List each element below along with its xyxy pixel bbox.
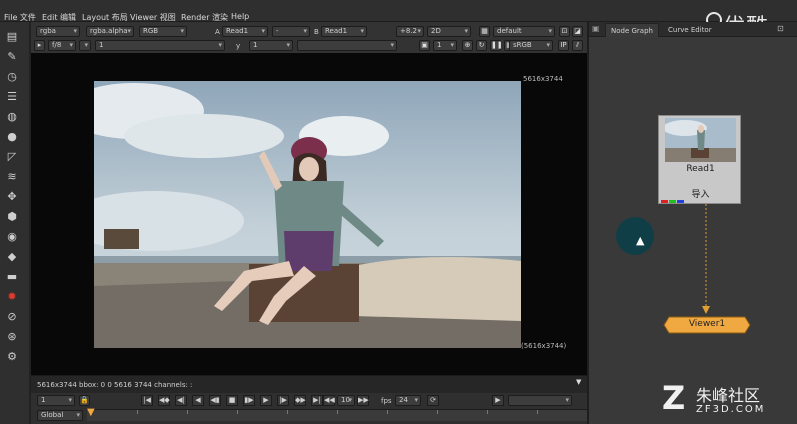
menu-bar: File 文件 Edit 编辑 Layout 布局 Viewer 视图 Rend…	[0, 0, 797, 40]
stripes-icon[interactable]: ⫽	[572, 40, 583, 51]
timeline-ruler[interactable]: ▼	[87, 407, 587, 421]
channels-dropdown[interactable]: rgba	[36, 26, 80, 37]
mouse-cursor-icon: ▲	[636, 234, 645, 247]
node-graph-panel[interactable]: ▣ Node Graph Curve Editor ⊡ Read1 导入 ▲ V…	[587, 22, 797, 424]
read-node[interactable]: Read1 导入	[658, 115, 741, 204]
fstop-step[interactable]	[79, 40, 91, 51]
output-lut-dropdown[interactable]: sRGB	[509, 40, 553, 51]
a-input-label: A	[215, 28, 220, 36]
shape-icon[interactable]: ◍	[4, 110, 20, 124]
channel-icon[interactable]: ☰	[4, 90, 20, 104]
colorspace-dropdown[interactable]: RGB	[139, 26, 187, 37]
read-node-title: Read1	[686, 164, 715, 174]
viewer-node[interactable]: Viewer1	[663, 316, 751, 334]
resolution-bottom: (5616x3744)	[521, 342, 567, 350]
roi-icon[interactable]: ⊕	[462, 40, 473, 51]
play-backward-button[interactable]: ◀	[192, 395, 204, 406]
watermark-cn: 朱峰社区	[696, 386, 761, 405]
skip-increment-field[interactable]: 10	[337, 395, 355, 406]
green-channel-indicator	[669, 200, 676, 203]
pause-icon[interactable]: ❚❚	[490, 40, 503, 51]
viewer-node-title: Viewer1	[688, 319, 726, 329]
dot-node[interactable]	[616, 217, 654, 255]
box-icon[interactable]: ▬	[4, 270, 20, 284]
zf3d-logo-icon: Z	[662, 379, 686, 417]
y-slider[interactable]	[297, 40, 397, 51]
y-label: y	[236, 42, 241, 50]
fps-label: fps	[381, 397, 392, 405]
fps-field[interactable]: 24	[395, 395, 421, 406]
viewer-toolbar: rgba rgba.alpha RGB A Read1 - B Read1 +8…	[31, 22, 587, 53]
pen-icon[interactable]: ✎	[4, 50, 20, 64]
viewer-image	[94, 81, 521, 348]
alpha-dropdown[interactable]: rgba.alpha	[86, 26, 134, 37]
read-node-thumbnail	[665, 118, 736, 162]
node-icon[interactable]: ⊛	[4, 330, 20, 344]
resolution-top: 5616x3744	[523, 75, 563, 83]
circle-icon[interactable]: ●	[4, 130, 20, 144]
frame-field[interactable]: 1	[95, 40, 225, 51]
stop-button[interactable]: ■	[226, 395, 238, 406]
b-input-label: B	[314, 28, 319, 36]
global-range-dropdown[interactable]: Global	[37, 410, 83, 421]
next-keyframe-button[interactable]: ◆▶	[294, 395, 306, 406]
viewer-info-text: 5616x3744 bbox: 0 0 5616 3744 channels: …	[37, 381, 193, 389]
prev-keyframe-button[interactable]: ◀◆	[158, 395, 170, 406]
last-frame-button[interactable]: ▶|	[311, 395, 323, 406]
menu-help[interactable]: Help	[231, 12, 249, 21]
expand-icon[interactable]: ▸	[34, 40, 45, 51]
loop-button[interactable]: ⟳	[427, 395, 439, 406]
layers-icon[interactable]: ≋	[4, 170, 20, 184]
fire-icon[interactable]: ✹	[4, 290, 20, 304]
transform-icon[interactable]: ✥	[4, 190, 20, 204]
viewer-info-bar: 5616x3744 bbox: 0 0 5616 3744 channels: …	[31, 375, 587, 393]
operation-dropdown[interactable]: -	[272, 26, 310, 37]
proxy-dropdown[interactable]: 1	[433, 40, 457, 51]
lock-icon[interactable]: ⊡	[559, 26, 570, 37]
play-forward-button[interactable]: ▶	[260, 395, 272, 406]
first-frame-button[interactable]: |◀	[141, 395, 153, 406]
refresh-icon[interactable]: ↻	[476, 40, 487, 51]
eye-icon[interactable]: ◉	[4, 230, 20, 244]
gear-icon[interactable]: ⚙	[4, 350, 20, 364]
info-dropdown-icon[interactable]: ▼	[576, 378, 581, 386]
skip-back-button[interactable]: ◀◀	[323, 395, 335, 406]
back-step-button[interactable]: ◀▮	[209, 395, 221, 406]
watermark-en: ZF3D.COM	[696, 404, 766, 415]
tag-icon[interactable]: ◆	[4, 250, 20, 264]
settings-icon[interactable]: ⊘	[4, 310, 20, 324]
wipe-icon[interactable]: ◪	[572, 26, 583, 37]
lock-frame-icon[interactable]: 🔒	[79, 395, 90, 406]
cube-icon[interactable]: ⬢	[4, 210, 20, 224]
skip-forward-button[interactable]: ▶▶	[357, 395, 369, 406]
view-mode-dropdown[interactable]: 2D	[427, 26, 471, 37]
y-field[interactable]: 1	[249, 40, 293, 51]
blue-channel-indicator	[677, 200, 684, 203]
playhead-marker[interactable]: ▼	[87, 407, 95, 418]
zf3d-watermark: Z 朱峰社区 ZF3D.COM	[662, 381, 797, 421]
fstop-dropdown[interactable]: f/8	[48, 40, 76, 51]
prev-frame-button[interactable]: ◀|	[175, 395, 187, 406]
forward-step-button[interactable]: ▮▶	[243, 395, 255, 406]
gain-field[interactable]: +8.2	[396, 26, 424, 37]
lut-dropdown[interactable]: default	[493, 26, 555, 37]
b-input-dropdown[interactable]: Read1	[321, 26, 367, 37]
a-input-dropdown[interactable]: Read1	[222, 26, 268, 37]
ip-icon[interactable]: IP	[558, 40, 569, 51]
lut-icon[interactable]: ▦	[479, 26, 490, 37]
clock-icon[interactable]: ◷	[4, 70, 20, 84]
playback-range-field[interactable]	[508, 395, 572, 406]
toolbar-left: ▤ ✎ ◷ ☰ ◍ ● ◸ ≋ ✥ ⬢ ◉ ◆ ▬ ✹ ⊘ ⊛ ⚙	[0, 22, 29, 424]
flipbook-button[interactable]: ▶	[492, 395, 504, 406]
crop-icon[interactable]: ◸	[4, 150, 20, 164]
transport-bar: 1 🔒 |◀ ◀◆ ◀| ◀ ◀▮ ■ ▮▶ ▶ |▶ ◆▶ ▶| ◀◀ 10 …	[31, 393, 587, 424]
next-frame-button[interactable]: |▶	[277, 395, 289, 406]
viewer-icon[interactable]: ▤	[4, 30, 20, 44]
red-channel-indicator	[661, 200, 668, 203]
current-frame-field[interactable]: 1	[37, 395, 75, 406]
read-node-label: 导入	[691, 190, 710, 200]
proxy-icon[interactable]: ▣	[419, 40, 430, 51]
